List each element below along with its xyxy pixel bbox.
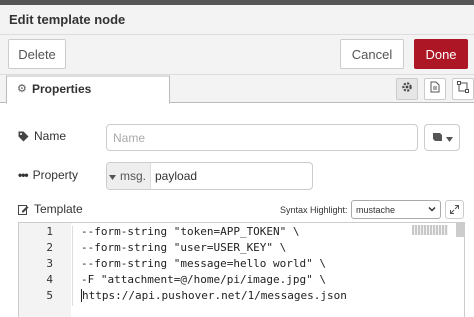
ellipsis-icon: ••• — [18, 168, 29, 182]
tab-properties-label: Properties — [32, 82, 92, 96]
frame-icon — [457, 80, 469, 98]
line-text: https://api.pushover.net/1/messages.json — [81, 289, 347, 302]
edit-icon — [18, 204, 29, 215]
code-line: 1 --form-string "token=APP_TOKEN" \ — [19, 225, 464, 241]
line-number: 4 — [46, 273, 53, 286]
line-number: 5 — [46, 289, 53, 302]
done-button[interactable]: Done — [414, 39, 468, 69]
code-line: 5 https://api.pushover.net/1/messages.js… — [19, 289, 464, 305]
line-text: --form-string "token=APP_TOKEN" \ — [81, 225, 300, 238]
property-row-label: ••• Property — [18, 168, 78, 182]
appearance-tab-button[interactable] — [452, 78, 474, 100]
template-code-editor[interactable]: 1 --form-string "token=APP_TOKEN" \ 2 --… — [18, 222, 465, 317]
expand-editor-button[interactable] — [445, 200, 464, 219]
book-icon — [432, 129, 443, 147]
property-label: Property — [32, 168, 78, 182]
property-type-select[interactable]: msg. — [107, 163, 151, 189]
button-bar: Delete Cancel Done — [0, 35, 474, 75]
name-input[interactable]: Name — [106, 124, 418, 151]
chevron-down-icon — [445, 129, 453, 147]
property-value: payload — [155, 169, 198, 183]
config-book-button[interactable] — [424, 124, 460, 151]
syntax-highlight-label: Syntax Highlight: — [280, 205, 348, 215]
code-line: 2 --form-string "user=USER_KEY" \ — [19, 241, 464, 257]
line-text: -F "attachment=@/home/pi/image.jpg" \ — [81, 273, 327, 286]
code-line: 4 -F "attachment=@/home/pi/image.jpg" \ — [19, 273, 464, 289]
dialog-title: Edit template node — [9, 12, 126, 27]
line-text: --form-string "message=hello world" \ — [81, 257, 327, 270]
dialog-header: Edit template node — [0, 5, 474, 35]
property-prefix: msg. — [119, 169, 146, 183]
line-number: 3 — [46, 257, 53, 270]
syntax-highlight-select[interactable]: mustache — [351, 200, 441, 219]
syntax-highlight-value: mustache — [356, 204, 396, 215]
gear-icon: ⚙ — [17, 83, 27, 95]
tabs-bar: ⚙ Properties — [0, 75, 474, 104]
line-number: 1 — [46, 225, 53, 238]
template-row-label: Template — [18, 202, 83, 216]
name-row-label: Name — [18, 129, 66, 143]
document-icon — [430, 80, 440, 98]
cancel-button[interactable]: Cancel — [340, 39, 404, 69]
line-number: 2 — [46, 241, 53, 254]
expand-icon — [450, 201, 459, 219]
delete-button[interactable]: Delete — [8, 39, 66, 69]
settings-tab-button[interactable] — [396, 78, 418, 100]
template-label: Template — [34, 202, 83, 216]
property-input[interactable]: msg. payload — [106, 162, 313, 190]
chevron-down-icon — [428, 205, 436, 215]
name-label: Name — [34, 129, 67, 143]
tab-properties[interactable]: ⚙ Properties — [6, 75, 170, 104]
gear-icon — [401, 80, 413, 98]
code-line: 3 --form-string "message=hello world" \ — [19, 257, 464, 273]
description-tab-button[interactable] — [424, 78, 446, 100]
line-text: --form-string "user=USER_KEY" \ — [81, 241, 287, 254]
chevron-down-icon — [108, 169, 116, 183]
tag-icon — [18, 131, 29, 142]
